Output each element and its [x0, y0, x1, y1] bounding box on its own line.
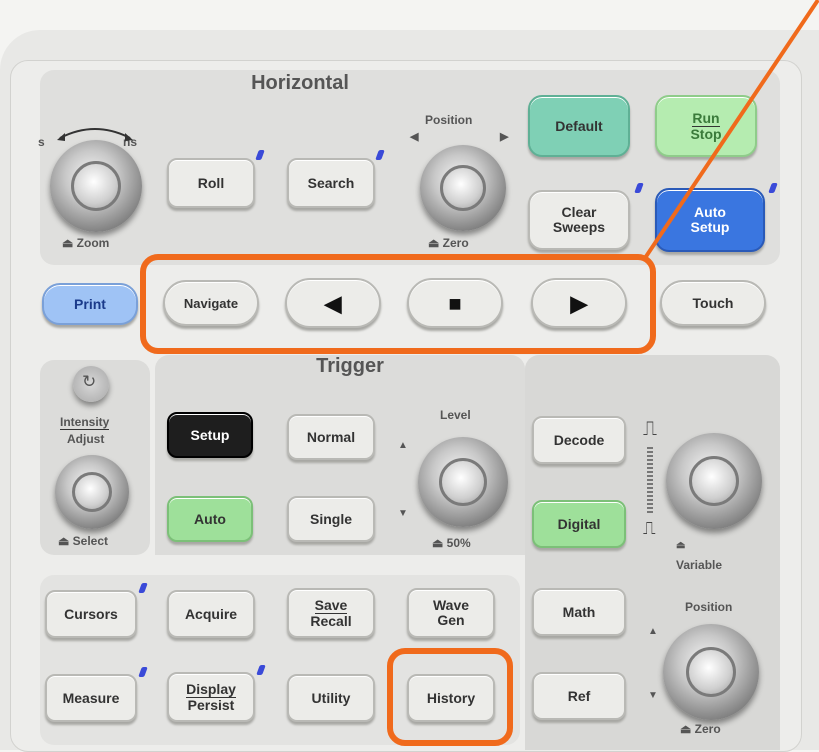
digital-button[interactable]: Digital — [532, 500, 626, 548]
horizontal-position-knob[interactable] — [420, 145, 506, 231]
trigger-normal-button[interactable]: Normal — [287, 414, 375, 460]
adjust-label: Adjust — [67, 432, 105, 446]
save-label: Save — [314, 596, 348, 614]
horizontal-scale-knob[interactable] — [50, 140, 142, 232]
persist-label: Persist — [187, 696, 235, 713]
digital-variable-knob[interactable] — [666, 433, 762, 529]
wave-label: Wave — [432, 597, 470, 613]
intensity-knob[interactable] — [55, 455, 129, 529]
pointer-line — [643, 0, 819, 260]
ref-up-arrow-icon: ▲ — [648, 626, 658, 637]
save-recall-button[interactable]: Save Recall — [287, 588, 375, 638]
select-text: Select — [72, 534, 109, 548]
ref-position-knob[interactable] — [663, 624, 759, 720]
variable-label: Variable — [676, 558, 723, 572]
trigger-level-knob[interactable] — [418, 437, 508, 527]
fifty-percent-label: ⏏ 50% — [432, 536, 471, 550]
acquire-button[interactable]: Acquire — [167, 590, 255, 638]
pulse-wide-icon: ⎍ — [643, 418, 657, 440]
clear-label: Clear — [561, 204, 597, 220]
refresh-icon: ↻ — [82, 372, 97, 391]
horizontal-zero-label: ⏏ Zero — [428, 236, 469, 250]
default-button[interactable]: Default — [528, 95, 630, 157]
intensity-push-knob[interactable]: ↻ — [73, 366, 109, 402]
horizontal-position-label: Position — [425, 113, 473, 127]
sweeps-label: Sweeps — [552, 219, 606, 235]
ref-zero-label: ⏏ Zero — [680, 722, 721, 736]
print-button[interactable]: Print — [42, 283, 138, 325]
history-highlight — [387, 648, 513, 746]
fifty-percent-text: 50% — [446, 536, 471, 550]
select-label: ⏏ Select — [58, 534, 109, 548]
horizontal-zero-text: Zero — [442, 236, 469, 250]
position-right-arrow-icon: ▶ — [500, 131, 509, 143]
wave-gen-button[interactable]: Wave Gen — [407, 588, 495, 638]
math-button[interactable]: Math — [532, 588, 626, 636]
trigger-auto-button[interactable]: Auto — [167, 496, 253, 542]
ref-zero-text: Zero — [694, 722, 721, 736]
scale-arrow-icon — [57, 128, 133, 141]
intensity-label: Intensity — [60, 415, 110, 430]
right-position-label: Position — [685, 600, 733, 614]
zoom-text: Zoom — [76, 236, 110, 250]
nav-row-highlight — [140, 254, 656, 354]
level-up-arrow-icon: ▲ — [398, 440, 408, 451]
zoom-label: ⏏ Zoom — [62, 236, 110, 250]
trigger-level-label: Level — [440, 408, 471, 422]
scale-slow-label: s — [38, 135, 45, 149]
roll-button[interactable]: Roll — [167, 158, 255, 208]
pulse-narrow-icon: ⎍ — [643, 518, 656, 538]
level-down-arrow-icon: ▼ — [398, 508, 408, 519]
search-button[interactable]: Search — [287, 158, 375, 208]
trigger-setup-button[interactable]: Setup — [167, 412, 253, 458]
utility-button[interactable]: Utility — [287, 674, 375, 722]
ref-down-arrow-icon: ▼ — [648, 690, 658, 701]
display-persist-button[interactable]: Display Persist — [167, 672, 255, 722]
cursors-button[interactable]: Cursors — [45, 590, 137, 638]
horizontal-title: Horizontal — [251, 72, 349, 94]
decode-button[interactable]: Decode — [532, 416, 626, 464]
ref-button[interactable]: Ref — [532, 672, 626, 720]
variable-push-icon: ⏏ — [676, 540, 686, 551]
trigger-title: Trigger — [316, 355, 384, 377]
clear-sweeps-button[interactable]: Clear Sweeps — [528, 190, 630, 250]
recall-label: Recall — [310, 612, 352, 629]
variable-scale-icon — [647, 447, 653, 513]
intensity-text: Intensity — [60, 415, 110, 430]
gen-label: Gen — [437, 612, 465, 628]
display-label: Display — [186, 680, 236, 698]
trigger-single-button[interactable]: Single — [287, 496, 375, 542]
touch-button[interactable]: Touch — [660, 280, 766, 326]
position-left-arrow-icon: ◀ — [410, 131, 419, 143]
measure-button[interactable]: Measure — [45, 674, 137, 722]
